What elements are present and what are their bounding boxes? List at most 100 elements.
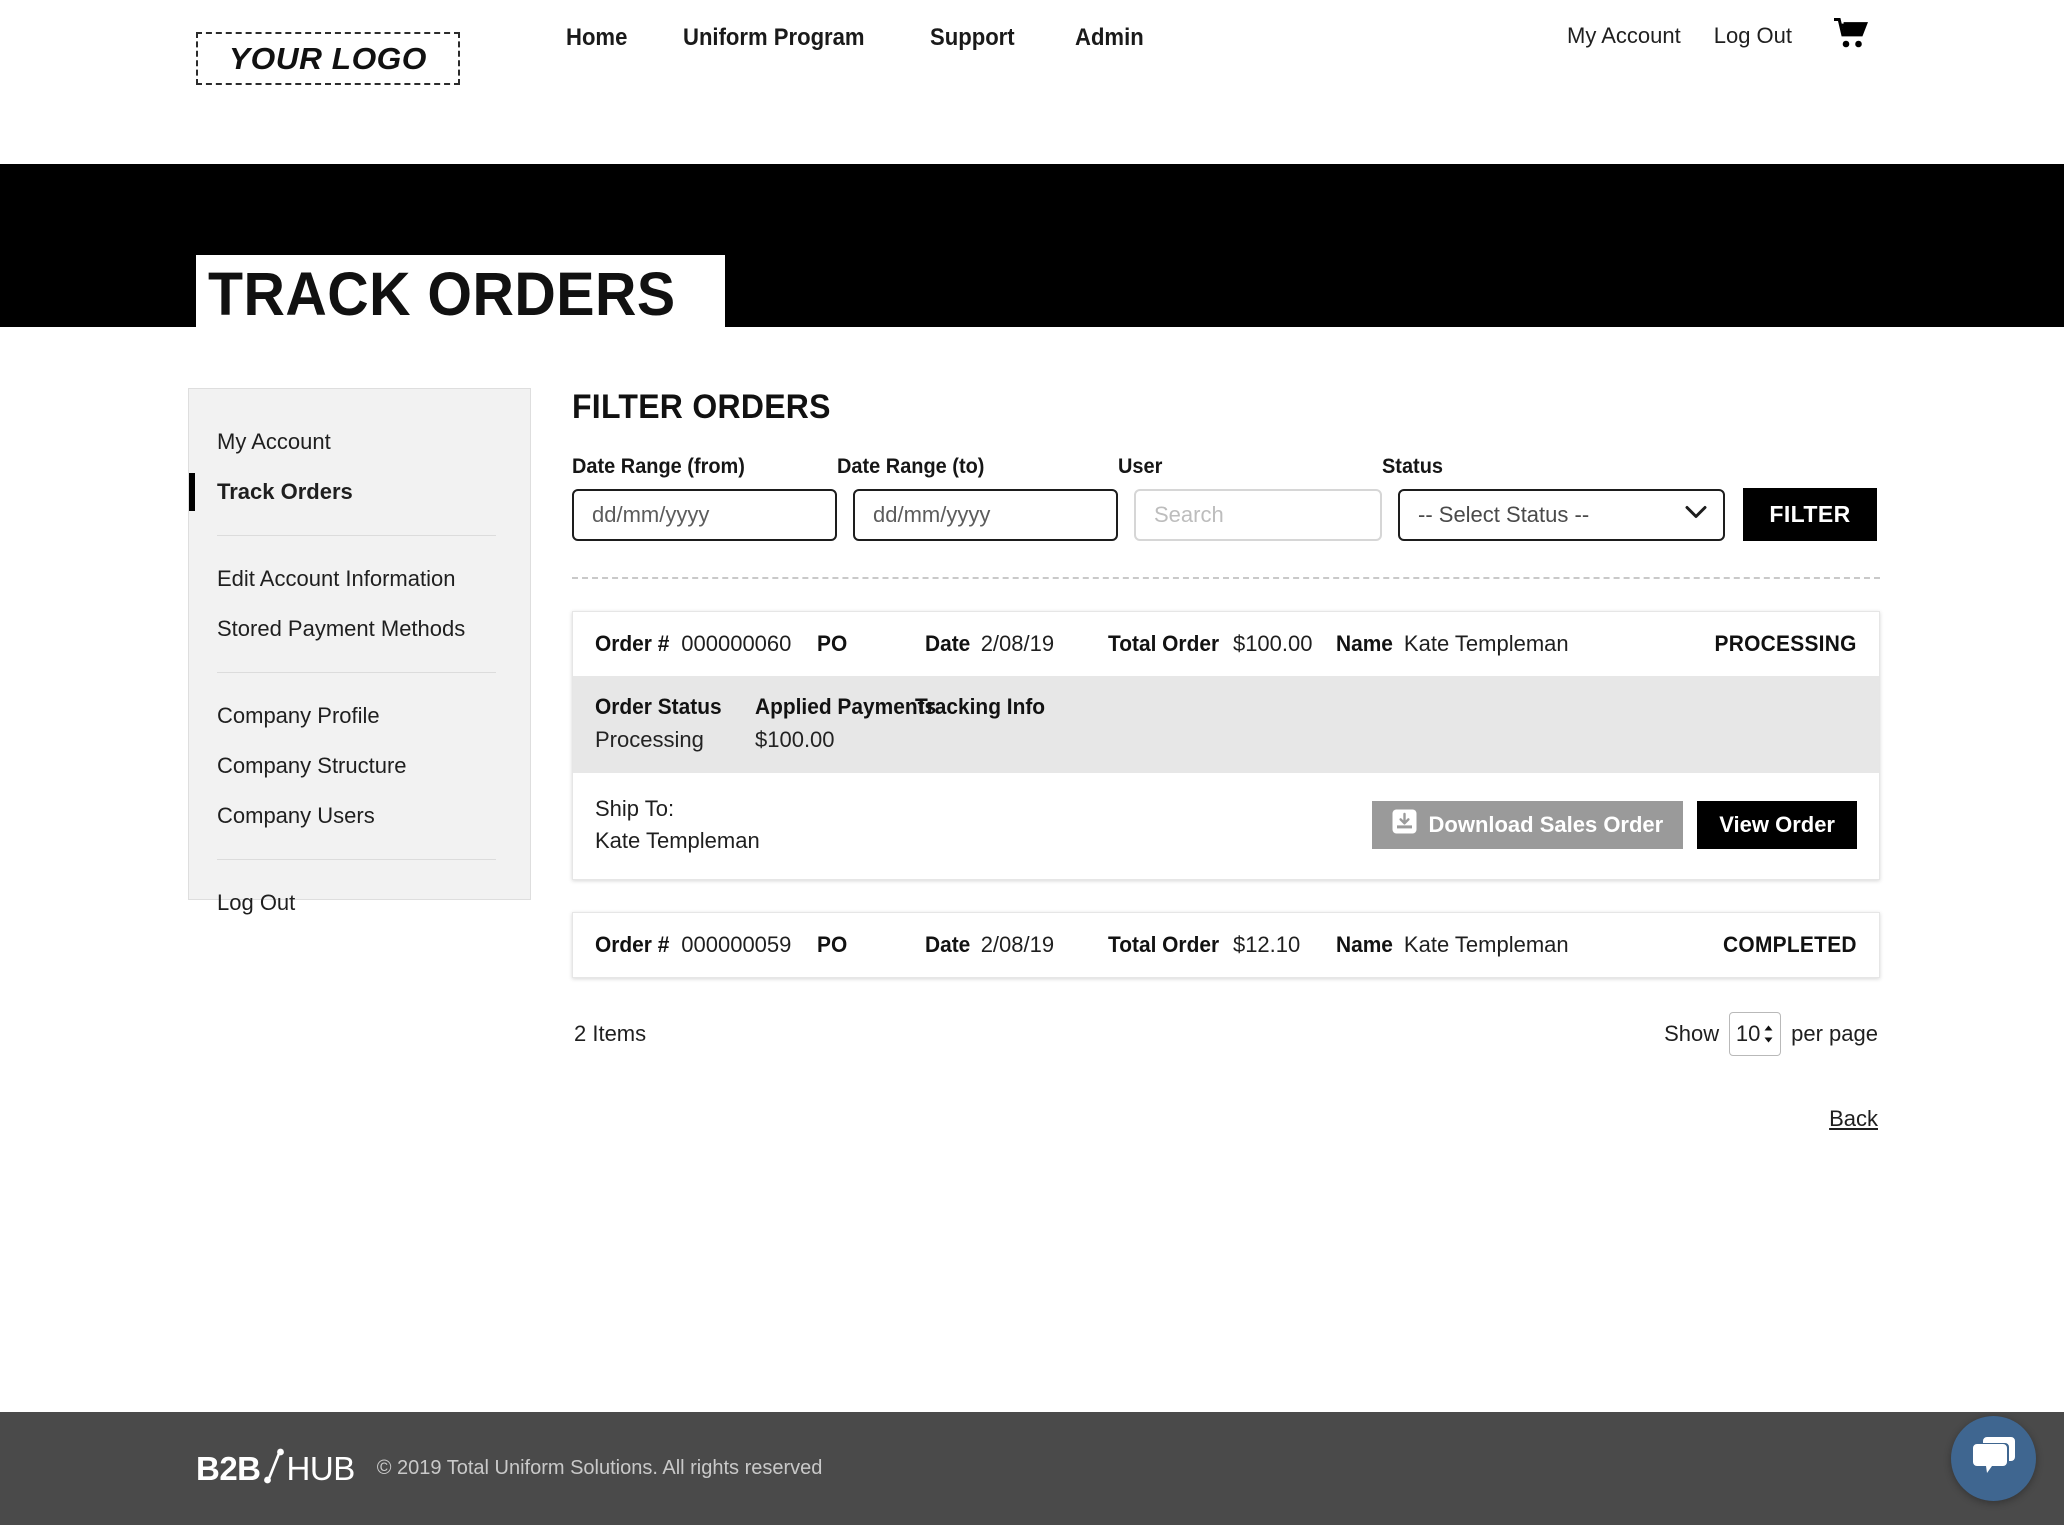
spinner-arrows-icon[interactable] [1763, 1024, 1774, 1044]
back-link-container: Back [572, 1106, 1880, 1132]
sidebar-divider [217, 859, 496, 860]
date-to-input[interactable] [853, 489, 1118, 541]
sidebar-item-my-account[interactable]: My Account [189, 417, 530, 467]
view-order-button[interactable]: View Order [1697, 800, 1857, 849]
tracking-info-column: Tracking Info [915, 694, 1155, 753]
order-status-header: Order Status [595, 694, 722, 719]
order-number-cell: Order # 000000059 [595, 932, 817, 958]
ship-to-name: Kate Templeman [595, 827, 760, 853]
order-total-cell: Total Order $12.10 [1108, 932, 1336, 958]
sidebar-link-my-account[interactable]: My Account [217, 429, 331, 455]
b2b-hub-logo: B2B HUB [196, 1446, 355, 1491]
sidebar-item-company-structure[interactable]: Company Structure [189, 741, 530, 791]
chat-widget-button[interactable] [1951, 1416, 2036, 1501]
b2b-connector-icon [261, 1446, 287, 1491]
status-select-wrapper[interactable]: -- Select Status -- [1398, 489, 1725, 541]
user-field: User [1118, 455, 1382, 541]
logo-text: YOUR LOGO [229, 40, 427, 76]
b2b-hub-logo-light: HUB [286, 1449, 356, 1487]
show-label: Show [1664, 1020, 1720, 1046]
applied-payments-header: Applied Payments [755, 694, 937, 719]
logo[interactable]: YOUR LOGO [196, 32, 460, 85]
applied-payments-column: Applied Payments $100.00 [755, 694, 937, 753]
order-date-value: 2/08/19 [980, 631, 1055, 656]
sidebar-link-edit-account-information[interactable]: Edit Account Information [217, 566, 455, 592]
order-detail-strip: Order Status Processing Applied Payments… [573, 676, 1879, 773]
sidebar-link-stored-payment-methods[interactable]: Stored Payment Methods [217, 616, 465, 642]
per-page-stepper[interactable]: 10 [1729, 1011, 1782, 1056]
order-number-label: Order # [595, 631, 670, 656]
order-number-label: Order # [595, 931, 670, 957]
filter-button[interactable]: FILTER [1743, 488, 1877, 541]
order-date-label: Date [925, 931, 971, 957]
order-name-label: Name [1336, 631, 1393, 656]
order-footer-row: Ship To: Kate Templeman Download Sales O… [573, 773, 1879, 879]
my-account-link[interactable]: My Account [1567, 23, 1681, 49]
order-total-value: $12.10 [1232, 931, 1301, 957]
copyright-text: © 2019 Total Uniform Solutions. All righ… [376, 1457, 823, 1479]
status-select[interactable]: -- Select Status -- [1398, 489, 1725, 541]
nav-item-support[interactable]: Support [930, 24, 1015, 52]
order-status-column: Order Status Processing [595, 694, 755, 753]
order-name-label: Name [1336, 931, 1393, 957]
sidebar-item-company-users[interactable]: Company Users [189, 791, 530, 841]
sidebar-item-edit-account-information[interactable]: Edit Account Information [189, 554, 530, 604]
nav-item-home[interactable]: Home [566, 24, 627, 52]
order-name-cell: Name Kate Templeman [1336, 932, 1716, 958]
date-to-label: Date Range (to) [837, 455, 985, 478]
order-total-value: $100.00 [1232, 631, 1313, 656]
status-field: Status -- Select Status -- [1382, 455, 1725, 541]
chat-bubble-icon [1971, 1435, 2017, 1482]
order-date-label: Date [925, 631, 971, 656]
order-detail-grid: Order Status Processing Applied Payments… [595, 694, 1857, 753]
per-page-label: per page [1791, 1020, 1878, 1046]
page-title-container: TRACK ORDERS [196, 255, 726, 336]
order-po-label: PO [817, 931, 848, 957]
download-sales-order-label: Download Sales Order [1428, 811, 1664, 837]
sidebar-link-log-out[interactable]: Log Out [217, 890, 295, 916]
ship-to-block: Ship To: Kate Templeman [595, 793, 760, 857]
order-po-cell: PO [817, 631, 925, 657]
filter-orders-title: FILTER ORDERS [572, 388, 831, 426]
nav-item-admin[interactable]: Admin [1075, 24, 1144, 52]
order-total-cell: Total Order $100.00 [1108, 631, 1336, 657]
order-number-cell: Order # 000000060 [595, 631, 817, 657]
items-count: 2 Items [574, 1020, 647, 1046]
tracking-info-value [915, 727, 1155, 753]
sidebar-item-stored-payment-methods[interactable]: Stored Payment Methods [189, 604, 530, 654]
log-out-link[interactable]: Log Out [1714, 23, 1792, 49]
footer-inner: B2B HUB © 2019 Total Uniform Solutions. … [0, 1446, 822, 1491]
sidebar-item-log-out[interactable]: Log Out [189, 878, 530, 928]
user-search-input[interactable] [1134, 489, 1382, 541]
applied-payments-value: $100.00 [755, 727, 835, 752]
nav-item-uniform-program[interactable]: Uniform Program [683, 24, 865, 52]
date-from-input[interactable] [572, 489, 837, 541]
sidebar-link-company-users[interactable]: Company Users [217, 803, 375, 829]
sidebar-item-company-profile[interactable]: Company Profile [189, 691, 530, 741]
sidebar-item-track-orders[interactable]: Track Orders [189, 467, 530, 517]
order-total-label: Total Order [1108, 631, 1220, 656]
filter-orders-form: Date Range (from) Date Range (to) User S… [572, 455, 1880, 541]
order-name-value: Kate Templeman [1403, 631, 1569, 656]
sidebar-link-company-profile[interactable]: Company Profile [217, 703, 380, 729]
download-icon [1392, 809, 1417, 840]
sidebar-link-track-orders[interactable]: Track Orders [217, 479, 353, 505]
per-page-value: 10 [1735, 1020, 1761, 1046]
order-summary-row: Order # 000000059 PO Date 2/08/19 Total … [573, 912, 1879, 977]
account-sidebar: My Account Track Orders Edit Account Inf… [188, 388, 531, 915]
download-sales-order-button[interactable]: Download Sales Order [1371, 800, 1684, 849]
back-link[interactable]: Back [1829, 1106, 1878, 1131]
order-date-value: 2/08/19 [980, 931, 1055, 957]
sidebar-link-company-structure[interactable]: Company Structure [217, 753, 407, 779]
status-label: Status [1382, 455, 1443, 478]
order-actions: Download Sales Order View Order [1371, 800, 1857, 849]
order-po-label: PO [817, 631, 848, 656]
shopping-cart-icon[interactable] [1834, 18, 1868, 53]
order-po-cell: PO [817, 932, 925, 958]
order-total-label: Total Order [1108, 931, 1220, 957]
order-number-value: 000000060 [681, 631, 792, 656]
filter-separator [572, 577, 1880, 579]
order-name-cell: Name Kate Templeman [1336, 631, 1707, 657]
page-title: TRACK ORDERS [208, 260, 676, 328]
ship-to-label: Ship To: [595, 796, 675, 821]
